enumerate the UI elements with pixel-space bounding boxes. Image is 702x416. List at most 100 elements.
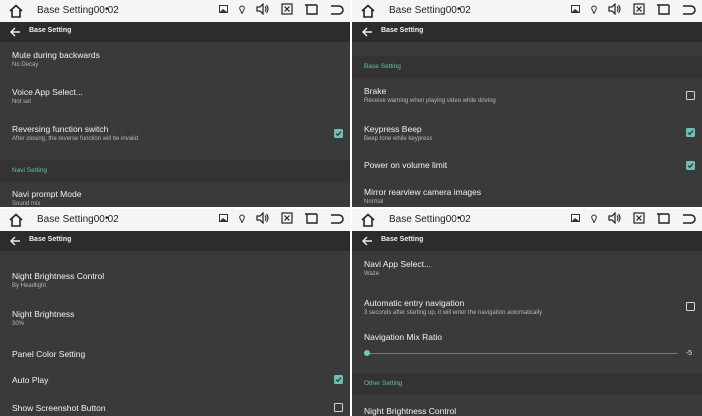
setting-title: Night Brightness Control: [364, 406, 457, 416]
slider-knob[interactable]: [364, 350, 370, 356]
close-box-icon[interactable]: [633, 212, 645, 224]
back-arrow-icon[interactable]: [361, 235, 373, 247]
check-icon: [335, 131, 342, 137]
home-icon[interactable]: [8, 3, 24, 19]
close-box-icon[interactable]: [281, 212, 293, 224]
setting-automatic-entry-navigation[interactable]: Automatic entry navigation 3 seconds aft…: [364, 298, 694, 316]
settings-panel-1: Base Setting00:02 • Base Setting Mute du…: [0, 0, 350, 207]
app-bar: Base Setting: [0, 22, 350, 42]
check-icon: [335, 377, 342, 383]
setting-voice-app-select[interactable]: Voice App Select... Not set: [12, 87, 342, 105]
volume-icon[interactable]: [256, 3, 270, 15]
setting-keypress-beep[interactable]: Keypress Beep Beep tone while keypress: [364, 124, 694, 142]
settings-list: Mute during backwards No Decay Voice App…: [0, 42, 350, 207]
setting-title: Power on volume limit: [364, 160, 448, 170]
section-title: Navi Setting: [12, 167, 48, 174]
setting-title: Automatic entry navigation: [364, 298, 465, 308]
image-icon: [571, 214, 580, 222]
window-icon[interactable]: [656, 3, 670, 15]
location-icon: [591, 214, 597, 223]
section-header-navi: Navi Setting: [0, 160, 350, 182]
section-header-base: Base Setting: [352, 56, 702, 78]
volume-icon[interactable]: [608, 212, 622, 224]
setting-navi-prompt-mode[interactable]: Navi prompt Mode Sound mix: [12, 189, 342, 207]
home-icon[interactable]: [360, 3, 376, 19]
status-bar: Base Setting00:02 •: [352, 0, 702, 22]
setting-subtitle: 30%: [12, 321, 25, 327]
back-arrow-icon[interactable]: [361, 26, 373, 38]
location-icon: [239, 214, 245, 223]
section-header-other: Other Setting: [352, 373, 702, 395]
status-dot: •: [105, 213, 109, 224]
settings-list: Night Brightness Control By Headlight Ni…: [0, 251, 350, 416]
setting-title: Keypress Beep: [364, 124, 422, 134]
setting-title: Panel Color Setting: [12, 349, 86, 359]
location-icon: [239, 5, 245, 14]
keypress-beep-checkbox[interactable]: [686, 128, 695, 137]
setting-title: Mute during backwards: [12, 50, 100, 60]
home-icon[interactable]: [360, 212, 376, 228]
setting-night-brightness-control[interactable]: Night Brightness Control By Headlight: [12, 271, 342, 289]
home-icon[interactable]: [8, 212, 24, 228]
back-return-icon[interactable]: [681, 212, 696, 224]
setting-title: Auto Play: [12, 375, 49, 385]
status-dot: •: [457, 4, 461, 15]
setting-subtitle: Not set: [12, 99, 32, 105]
check-icon: [687, 163, 694, 169]
volume-icon[interactable]: [256, 212, 270, 224]
setting-reversing-function-switch[interactable]: Reversing function switch After closing,…: [12, 124, 342, 142]
setting-mirror-rearview[interactable]: Mirror rearview camera images Normal: [364, 187, 694, 205]
setting-mute-during-backwards[interactable]: Mute during backwards No Decay: [12, 50, 342, 68]
back-return-icon[interactable]: [329, 3, 344, 15]
app-bar-title: Base Setting: [381, 27, 424, 34]
setting-title: Reversing function switch: [12, 124, 109, 134]
setting-navi-app-select[interactable]: Navi App Select... Waze: [364, 259, 694, 277]
back-arrow-icon[interactable]: [9, 26, 21, 38]
setting-title: Brake: [364, 86, 387, 96]
setting-panel-color[interactable]: Panel Color Setting: [12, 349, 342, 359]
screenshot-checkbox[interactable]: [334, 403, 343, 412]
setting-title: Night Brightness: [12, 309, 75, 319]
back-arrow-icon[interactable]: [9, 235, 21, 247]
setting-title: Navi prompt Mode: [12, 189, 82, 199]
back-return-icon[interactable]: [681, 3, 696, 15]
image-icon: [571, 5, 580, 13]
setting-night-brightness[interactable]: Night Brightness 30%: [12, 309, 342, 327]
setting-title: Night Brightness Control: [12, 271, 105, 281]
setting-title: Navigation Mix Ratio: [364, 332, 442, 342]
setting-navigation-mix-ratio: Navigation Mix Ratio: [364, 332, 694, 342]
back-return-icon[interactable]: [329, 212, 344, 224]
close-box-icon[interactable]: [281, 3, 293, 15]
section-title: Other Setting: [364, 380, 403, 387]
settings-panel-3: Base Setting00:02 • Base Setting Night B…: [0, 209, 350, 416]
auto-play-checkbox[interactable]: [334, 375, 343, 384]
slider-track[interactable]: [368, 353, 678, 354]
setting-subtitle: No Decay: [12, 62, 39, 68]
setting-subtitle: Receive warning when playing video while…: [364, 98, 496, 104]
mix-ratio-slider[interactable]: [364, 348, 678, 360]
auto-entry-checkbox[interactable]: [686, 302, 695, 311]
reversing-checkbox[interactable]: [334, 129, 343, 138]
app-bar-title: Base Setting: [29, 27, 72, 34]
image-icon: [219, 214, 228, 222]
setting-subtitle: Normal: [364, 199, 384, 205]
setting-night-brightness-control[interactable]: Night Brightness Control: [364, 406, 694, 416]
settings-panel-4: Base Setting00:02 • Base Setting Navi Ap…: [352, 209, 702, 416]
setting-power-on-volume-limit[interactable]: Power on volume limit: [364, 160, 694, 170]
window-icon[interactable]: [656, 212, 670, 224]
status-bar: Base Setting00:02 •: [0, 0, 350, 22]
status-bar: Base Setting00:02 •: [352, 209, 702, 231]
volume-icon[interactable]: [608, 3, 622, 15]
window-icon[interactable]: [304, 3, 318, 15]
setting-title: Mirror rearview camera images: [364, 187, 482, 197]
setting-show-screenshot[interactable]: Show Screenshot Button: [12, 403, 342, 413]
app-bar: Base Setting: [352, 231, 702, 251]
setting-brake[interactable]: Brake Receive warning when playing video…: [364, 86, 694, 104]
power-volume-checkbox[interactable]: [686, 161, 695, 170]
window-icon[interactable]: [304, 212, 318, 224]
section-title: Base Setting: [364, 63, 401, 70]
setting-auto-play[interactable]: Auto Play: [12, 375, 342, 385]
check-icon: [687, 130, 694, 136]
brake-checkbox[interactable]: [686, 91, 695, 100]
close-box-icon[interactable]: [633, 3, 645, 15]
